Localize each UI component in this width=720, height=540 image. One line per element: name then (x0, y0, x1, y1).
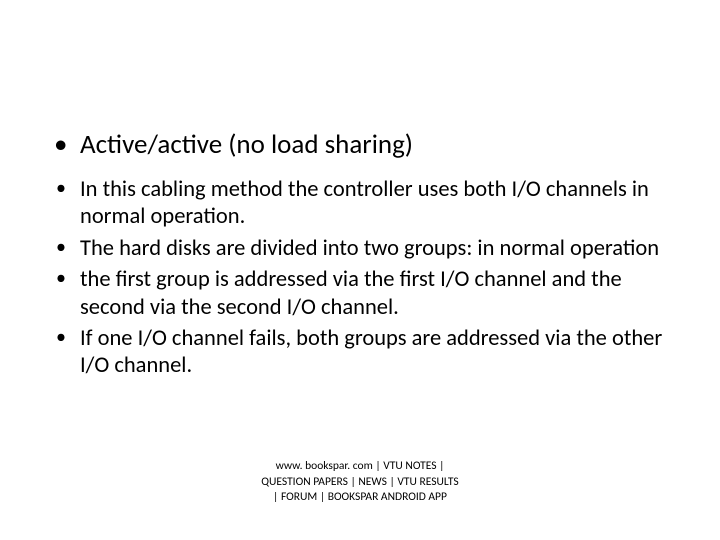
footer: www. bookspar. com | VTU NOTES | QUESTIO… (0, 459, 720, 506)
sub-bullet: If one I/O channel fails, both groups ar… (52, 325, 668, 380)
footer-line: QUESTION PAPERS | NEWS | VTU RESULTS (0, 475, 720, 491)
footer-line: www. bookspar. com | VTU NOTES | (0, 459, 720, 475)
slide-body: Active/active (no load sharing) In this … (52, 128, 668, 384)
footer-line: | FORUM | BOOKSPAR ANDROID APP (0, 490, 720, 506)
sub-list: In this cabling method the controller us… (52, 176, 668, 380)
sub-bullet: The hard disks are divided into two grou… (52, 235, 668, 262)
sub-bullet: In this cabling method the controller us… (52, 176, 668, 231)
main-bullet: Active/active (no load sharing) (52, 128, 668, 162)
main-list: Active/active (no load sharing) (52, 128, 668, 162)
slide: Active/active (no load sharing) In this … (0, 0, 720, 540)
sub-bullet: the first group is addressed via the fir… (52, 266, 668, 321)
